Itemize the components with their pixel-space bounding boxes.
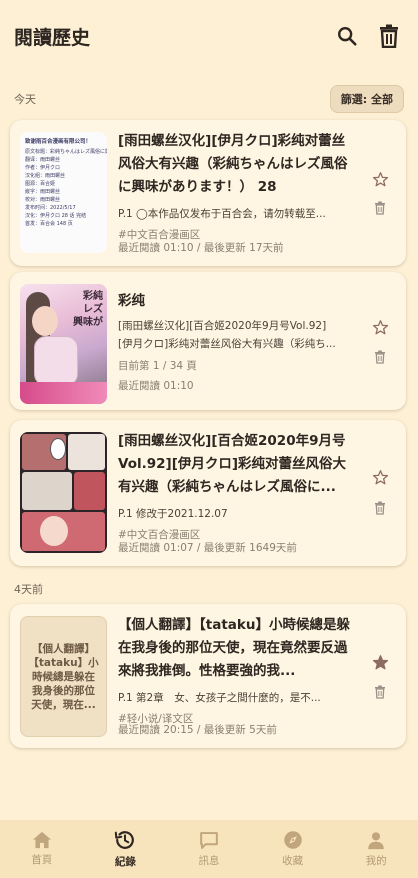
- search-icon: [338, 27, 357, 46]
- nav-label: 紀錄: [114, 856, 136, 868]
- trash-icon: [380, 24, 398, 48]
- history-icon: [115, 831, 135, 849]
- compass-icon: [283, 831, 302, 849]
- section-label: 4天前: [14, 583, 43, 596]
- section-header-4-days-ago: 4天前: [0, 578, 418, 600]
- message-icon: [200, 831, 218, 849]
- search-button[interactable]: [332, 21, 362, 51]
- section-header-today: 今天 篩選: 全部: [0, 84, 418, 114]
- trash-icon: [375, 685, 385, 699]
- thumbnail-credit-line: 汉化：伊月クロ 28 话 完结: [25, 213, 87, 219]
- history-card[interactable]: 致谢雨百合漫画有限公司！ 原文标题：彩純ちゃんはレズ風俗に興味 翻译：雨田螺丝 作者：…: [10, 120, 406, 266]
- speech-bubble: [50, 438, 66, 460]
- thumbnail-credit-line: 发布时间：2022/5/17: [25, 205, 76, 211]
- favorite-button[interactable]: [370, 317, 390, 337]
- item-progress: P.1 第2章 女、女孩子之間什麼的，是不...: [118, 692, 321, 704]
- trash-icon: [375, 350, 385, 364]
- remove-item-button[interactable]: [373, 200, 387, 216]
- item-meta: 最近閱讀 20:15 / 最後更新 5天前: [118, 724, 277, 736]
- character-face: [40, 516, 68, 546]
- delete-all-button[interactable]: [374, 21, 404, 51]
- thumbnail-credit-line: 首发：百合会 148 页: [25, 221, 73, 227]
- comic-panel: [22, 472, 72, 510]
- remove-item-button[interactable]: [373, 500, 387, 516]
- item-title: [雨田螺丝汉化][伊月クロ]彩纯对蕾丝风俗大有兴趣（彩純ちゃんはレズ風俗に興味が…: [118, 133, 348, 195]
- thumbnail: [20, 432, 107, 553]
- history-card[interactable]: [雨田螺丝汉化][百合姬2020年9月号Vol.92][伊月クロ]彩纯对蕾丝风俗…: [10, 420, 406, 566]
- app-bar: 閱讀歷史: [0, 0, 418, 78]
- nav-messages[interactable]: 訊息: [167, 820, 251, 878]
- item-subtitle-line-2: [伊月クロ]彩纯对蕾丝风俗大有兴趣（彩纯ち...: [118, 338, 336, 350]
- nav-profile[interactable]: 我的: [334, 820, 418, 878]
- item-title: [雨田螺丝汉化][百合姬2020年9月号Vol.92][伊月クロ]彩纯对蕾丝风俗…: [118, 433, 347, 495]
- thumbnail: 【個人翻譯】【tataku】小時候總是躲在我身後的那位天使，現在...: [20, 616, 107, 737]
- section-label: 今天: [14, 93, 36, 106]
- cover-banner: [20, 382, 107, 404]
- home-icon: [32, 831, 51, 849]
- remove-item-button[interactable]: [373, 684, 387, 700]
- nav-label: 我的: [365, 854, 387, 867]
- item-progress: P.1 ◯本作品仅发布于百合会，请勿转载至...: [118, 208, 326, 220]
- thumbnail-credit-line: 作者：伊月クロ: [25, 165, 61, 171]
- nav-label: 收藏: [282, 855, 304, 867]
- figure-dress: [34, 336, 78, 386]
- item-meta: 最近閱讀 01:10 / 最後更新 17天前: [118, 242, 284, 254]
- thumbnail-credit-line: 致谢雨百合漫画有限公司！: [25, 139, 92, 145]
- thumbnail: 致谢雨百合漫画有限公司！ 原文标题：彩純ちゃんはレズ風俗に興味 翻译：雨田螺丝 作者：…: [20, 132, 107, 253]
- thumbnail: 彩純 レズ 興味が: [20, 284, 107, 404]
- thumbnail-credit-line: 翻译：雨田螺丝: [25, 157, 61, 163]
- nav-label: 首頁: [31, 854, 53, 866]
- star-outline-icon: [372, 171, 388, 186]
- thumbnail-credit-line: 汉化组：雨田螺丝: [25, 173, 66, 179]
- item-page-progress: 目前第 1 / 34 頁: [118, 360, 197, 372]
- star-outline-icon: [372, 319, 388, 334]
- person-icon: [368, 831, 384, 849]
- trash-icon: [375, 501, 385, 515]
- item-meta: 最近閱讀 01:10: [118, 380, 194, 392]
- item-title: 【個人翻譯】【tataku】小時候總是躲在我身後的那位天使，現在竟然要反過來將我…: [118, 617, 350, 679]
- page-title: 閱讀歷史: [14, 26, 91, 49]
- history-card[interactable]: 【個人翻譯】【tataku】小時候總是躲在我身後的那位天使，現在... 【個人翻…: [10, 604, 406, 748]
- thumbnail-credit-line: 原文标题：彩純ちゃんはレズ風俗に興味: [25, 149, 107, 155]
- comic-panel: [68, 434, 105, 470]
- favorite-button[interactable]: [370, 169, 390, 189]
- item-meta: 最近閱讀 01:07 / 最後更新 1649天前: [118, 542, 297, 554]
- star-outline-icon: [372, 469, 388, 484]
- favorite-button[interactable]: [370, 467, 390, 487]
- trash-icon: [375, 201, 385, 215]
- nav-history[interactable]: 紀錄: [84, 820, 168, 878]
- cover-title-text: 彩純 レズ 興味が: [73, 291, 103, 328]
- thumbnail-text: 【個人翻譯】【tataku】小時候總是躲在我身後的那位天使，現在...: [28, 642, 99, 711]
- nav-favorites[interactable]: 收藏: [251, 820, 335, 878]
- bottom-navigation: 首頁 紀錄 訊息 收藏 我的: [0, 820, 418, 878]
- history-card[interactable]: 彩純 レズ 興味が 彩纯 [雨田螺丝汉化][百合姬2020年9月号Vol.92] […: [10, 272, 406, 410]
- thumbnail-credit-line: 图源：百合姬: [25, 181, 56, 187]
- star-filled-icon: [372, 654, 388, 669]
- item-progress: P.1 修改于2021.12.07: [118, 508, 228, 520]
- nav-home[interactable]: 首頁: [0, 820, 84, 878]
- thumbnail-credit-line: 校对：雨田螺丝: [25, 197, 61, 203]
- item-title: 彩纯: [118, 293, 145, 309]
- figure-face: [32, 306, 58, 336]
- item-subtitle-line-1: [雨田螺丝汉化][百合姬2020年9月号Vol.92]: [118, 320, 327, 332]
- comic-panel: [74, 472, 105, 510]
- filter-button[interactable]: 篩選: 全部: [329, 85, 404, 113]
- favorite-button[interactable]: [370, 652, 390, 672]
- nav-label: 訊息: [198, 854, 220, 867]
- remove-item-button[interactable]: [373, 349, 387, 365]
- thumbnail-credit-line: 嵌字：雨田螺丝: [25, 189, 61, 195]
